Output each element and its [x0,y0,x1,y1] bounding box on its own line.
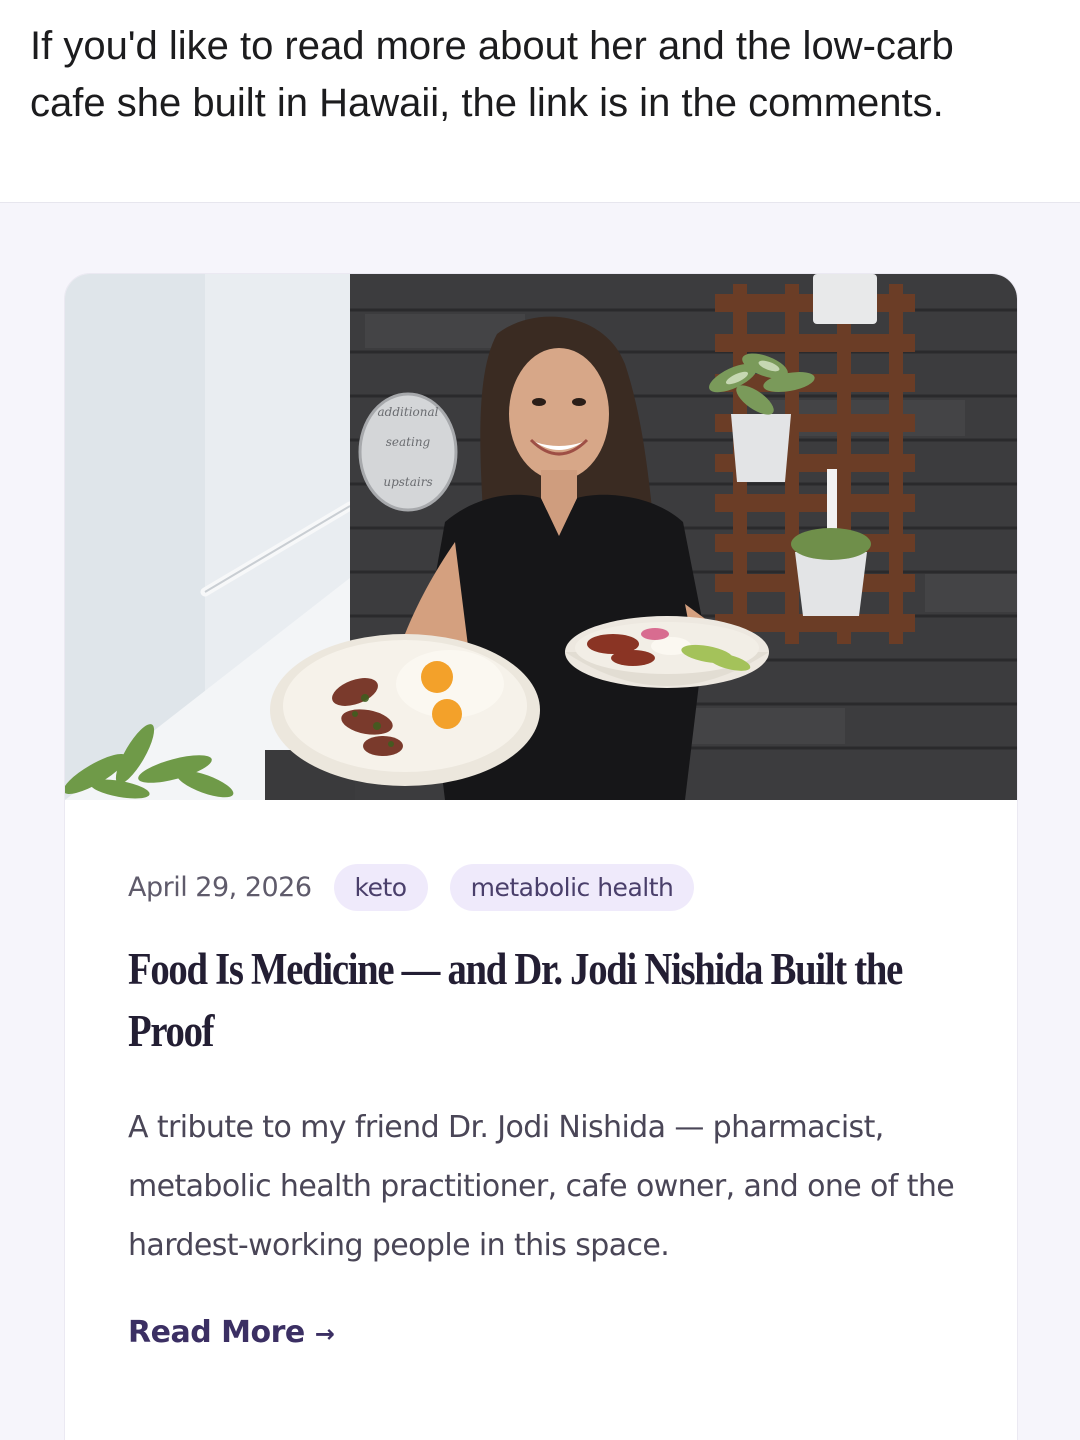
meta-row: April 29, 2026 keto metabolic health [128,862,958,912]
arrow-right-icon: → [314,1320,335,1348]
tag-metabolic-health[interactable]: metabolic health [449,863,695,911]
hero-photo[interactable]: additional seating upstairs [65,274,1017,800]
card-body: April 29, 2026 keto metabolic health Foo… [128,862,958,1350]
tag-keto[interactable]: keto [333,863,428,911]
sign-line-2: seating [386,435,431,449]
seating-sign-graphic: additional seating upstairs [358,392,458,512]
post-caption: If you'd like to read more about her and… [30,24,954,125]
sign-line-1: additional [378,405,439,419]
link-preview[interactable]: additional seating upstairs April 29, 20… [0,202,1080,1440]
read-more-link[interactable]: Read More → [128,1315,335,1350]
post-date: April 29, 2026 [128,871,312,903]
sign-line-3: upstairs [383,475,432,489]
article-card[interactable]: additional seating upstairs April 29, 20… [64,273,1018,1440]
article-title[interactable]: Food Is Medicine — and Dr. Jodi Nishida … [128,938,958,1062]
read-more-label: Read More [128,1315,305,1350]
article-excerpt: A tribute to my friend Dr. Jodi Nishida … [128,1110,955,1263]
